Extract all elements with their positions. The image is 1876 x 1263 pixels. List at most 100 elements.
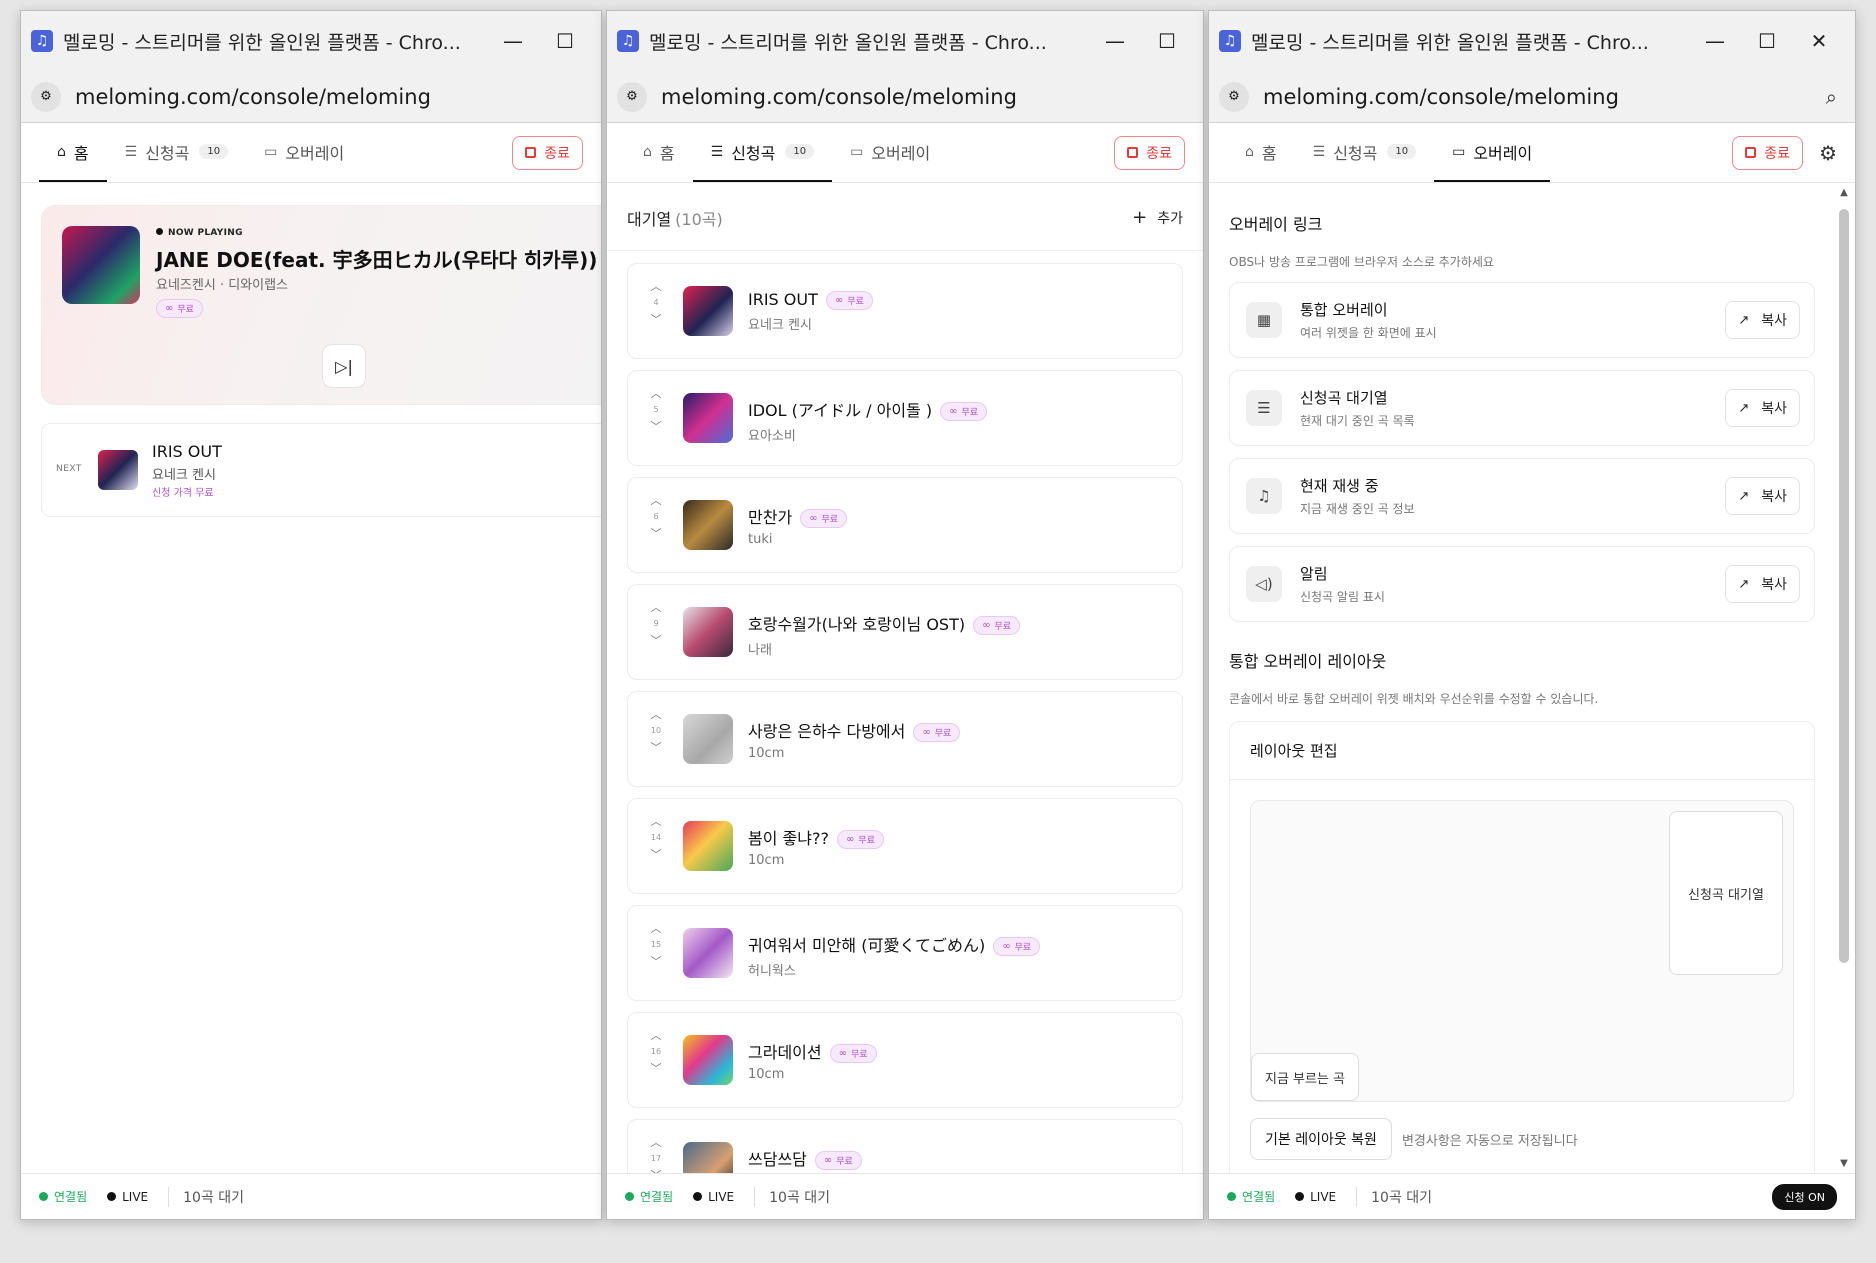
close-button[interactable]: ✕ (1793, 29, 1845, 53)
overlay-links-desc: OBS나 방송 프로그램에 브라우저 소스로 추가하세요 (1229, 255, 1494, 269)
song-title: 그라데이션 (748, 1043, 822, 1062)
stop-icon (525, 147, 537, 158)
tab-overlay[interactable]: ▭ 오버레이 (832, 123, 948, 182)
gear-icon[interactable]: ⚙ (1819, 141, 1837, 165)
queue-item[interactable]: ︿ 9 ﹀ 호랑수월가(나와 호랑이님 OST) ∞ 무료 나래 (627, 584, 1183, 680)
song-artist: 나래 (748, 643, 772, 658)
queue-item[interactable]: ︿ 16 ﹀ 그라데이션 ∞ 무료 10cm (627, 1012, 1183, 1108)
connected-label: 연결됨 (640, 1190, 674, 1204)
copy-link-button[interactable]: ↗ 복사 (1725, 477, 1800, 515)
reorder-control[interactable]: ︿ 16 ﹀ (648, 1029, 664, 1075)
reorder-control[interactable]: ︿ 14 ﹀ (648, 815, 664, 861)
overlay-link-item: ☰ 신청곡 대기열 현재 대기 중인 곡 목록 ↗ 복사 (1229, 370, 1815, 446)
tab-overlay[interactable]: ▭ 오버레이 (246, 123, 362, 182)
queue-item[interactable]: ︿ 4 ﹀ IRIS OUT ∞ 무료 요네크 켄시 (627, 263, 1183, 359)
widget-queue[interactable]: 신청곡 대기열 (1669, 811, 1783, 975)
move-down-chevron-icon[interactable]: ﹀ (651, 527, 662, 540)
move-up-chevron-icon[interactable]: ︿ (651, 1136, 662, 1149)
video-icon: ▭ (850, 143, 864, 160)
queue-item[interactable]: ︿ 5 ﹀ IDOL (アイドル / 아이돌 ) ∞ 무료 요아소비 (627, 370, 1183, 466)
move-down-chevron-icon[interactable]: ﹀ (651, 1062, 662, 1075)
move-down-chevron-icon[interactable]: ﹀ (651, 955, 662, 968)
move-up-chevron-icon[interactable]: ︿ (651, 601, 662, 614)
queue-item[interactable]: ︿ 6 ﹀ 만찬가 ∞ 무료 tuki (627, 477, 1183, 573)
reorder-control[interactable]: ︿ 5 ﹀ (648, 387, 664, 433)
reorder-control[interactable]: ︿ 4 ﹀ (648, 280, 664, 326)
live-dot-icon (693, 1192, 703, 1201)
tab-overlay[interactable]: ▭ 오버레이 (1434, 123, 1551, 182)
live-dot-icon (107, 1192, 117, 1201)
tab-requests[interactable]: ☰ 신청곡 10 (692, 123, 833, 182)
move-up-chevron-icon[interactable]: ︿ (651, 922, 662, 935)
autosave-note: 변경사항은 자동으로 저장됩니다 (1401, 1133, 1578, 1149)
reorder-control[interactable]: ︿ 10 ﹀ (648, 708, 664, 754)
layout-canvas[interactable]: 신청곡 대기열 지금 부르는 곡 (1250, 800, 1794, 1102)
live-label: LIVE (1310, 1189, 1337, 1204)
reset-layout-button[interactable]: 기본 레이아웃 복원 (1250, 1118, 1392, 1160)
move-down-chevron-icon[interactable]: ﹀ (651, 420, 662, 433)
add-song-button[interactable]: + 추가 (1132, 207, 1183, 228)
maximize-button[interactable]: ☐ (1141, 29, 1193, 53)
move-down-chevron-icon[interactable]: ﹀ (651, 848, 662, 861)
maximize-button[interactable]: ☐ (1741, 29, 1793, 53)
queue-item[interactable]: ︿ 10 ﹀ 사랑은 은하수 다방에서 ∞ 무료 10cm (627, 691, 1183, 787)
end-button[interactable]: 종료 (512, 135, 583, 170)
tab-home[interactable]: ⌂ 홈 (39, 123, 107, 182)
scrollbar-thumb[interactable] (1839, 209, 1849, 963)
link-icon: ∞ (823, 1155, 833, 1166)
end-button[interactable]: 종료 (1114, 135, 1185, 170)
queue-title: 대기열 (627, 209, 672, 229)
scroll-up-arrow-icon[interactable]: ▲ (1837, 187, 1851, 198)
status-bar: 연결됨 LIVE 10곡 대기 (607, 1173, 1203, 1219)
queue-item[interactable]: ︿ 15 ﹀ 귀여워서 미안해 (可愛くてごめん) ∞ 무료 허니웍스 (627, 905, 1183, 1001)
move-down-chevron-icon[interactable]: ﹀ (651, 313, 662, 326)
copy-link-button[interactable]: ↗ 복사 (1725, 301, 1800, 339)
reorder-control[interactable]: ︿ 9 ﹀ (648, 601, 664, 647)
scrollbar[interactable]: ▲ ▼ (1837, 187, 1851, 1169)
tab-home[interactable]: ⌂ 홈 (625, 123, 693, 182)
move-up-chevron-icon[interactable]: ︿ (651, 280, 662, 293)
move-up-chevron-icon[interactable]: ︿ (651, 494, 662, 507)
copy-link-button[interactable]: ↗ 복사 (1725, 565, 1800, 603)
widget-now-singing[interactable]: 지금 부르는 곡 (1251, 1053, 1359, 1101)
move-up-chevron-icon[interactable]: ︿ (651, 387, 662, 400)
move-up-chevron-icon[interactable]: ︿ (651, 708, 662, 721)
maximize-button[interactable]: ☐ (539, 29, 591, 53)
zoom-icon[interactable]: ⌕ (1826, 85, 1837, 109)
reorder-control[interactable]: ︿17﹀ (648, 1136, 664, 1173)
site-info-icon[interactable]: ⚙ (31, 81, 61, 112)
status-bar: 연결됨 LIVE 10곡 대기 신청 ON (1209, 1173, 1855, 1219)
tab-requests[interactable]: ☰ 신청곡 10 (107, 123, 246, 182)
reorder-control[interactable]: ︿ 15 ﹀ (648, 922, 664, 968)
address-bar: ⚙ meloming.com/console/meloming (607, 71, 1203, 123)
site-info-icon[interactable]: ⚙ (1219, 81, 1249, 112)
url-field[interactable]: meloming.com/console/meloming (661, 85, 1193, 109)
playlist-icon: ☰ (710, 143, 724, 160)
minimize-button[interactable]: — (1089, 29, 1141, 53)
url-field[interactable]: meloming.com/console/meloming (75, 85, 591, 109)
site-info-icon[interactable]: ⚙ (617, 81, 647, 112)
queue-item[interactable]: ︿ 14 ﹀ 봄이 좋냐?? ∞ 무료 10cm (627, 798, 1183, 894)
end-button[interactable]: 종료 (1732, 135, 1804, 170)
tab-requests[interactable]: ☰ 신청곡 10 (1295, 123, 1434, 182)
url-field[interactable]: meloming.com/console/meloming (1263, 85, 1826, 109)
move-down-chevron-icon[interactable]: ﹀ (651, 634, 662, 647)
scroll-down-arrow-icon[interactable]: ▼ (1837, 1158, 1851, 1169)
move-down-chevron-icon[interactable]: ﹀ (651, 741, 662, 754)
copy-link-button[interactable]: ↗ 복사 (1725, 389, 1800, 427)
minimize-button[interactable]: — (487, 29, 539, 53)
minimize-button[interactable]: — (1689, 29, 1741, 53)
overlay-link-item: ◁) 알림 신청곡 알림 표시 ↗ 복사 (1229, 546, 1815, 622)
queue-count: (10곡) (675, 209, 723, 229)
queue-item[interactable]: ︿17﹀쓰담쓰담∞무료 (627, 1119, 1183, 1173)
tab-home[interactable]: ⌂ 홈 (1227, 123, 1295, 182)
skip-next-button[interactable]: ▷| (322, 344, 366, 388)
end-label: 종료 (544, 145, 570, 162)
requests-on-toggle[interactable]: 신청 ON (1772, 1183, 1837, 1210)
move-up-chevron-icon[interactable]: ︿ (651, 815, 662, 828)
move-up-chevron-icon[interactable]: ︿ (651, 1029, 662, 1042)
overlay-link-title: 현재 재생 중 (1300, 477, 1379, 495)
reorder-control[interactable]: ︿ 6 ﹀ (648, 494, 664, 540)
connected-dot-icon (625, 1192, 634, 1201)
queue-number: 14 (650, 833, 662, 843)
